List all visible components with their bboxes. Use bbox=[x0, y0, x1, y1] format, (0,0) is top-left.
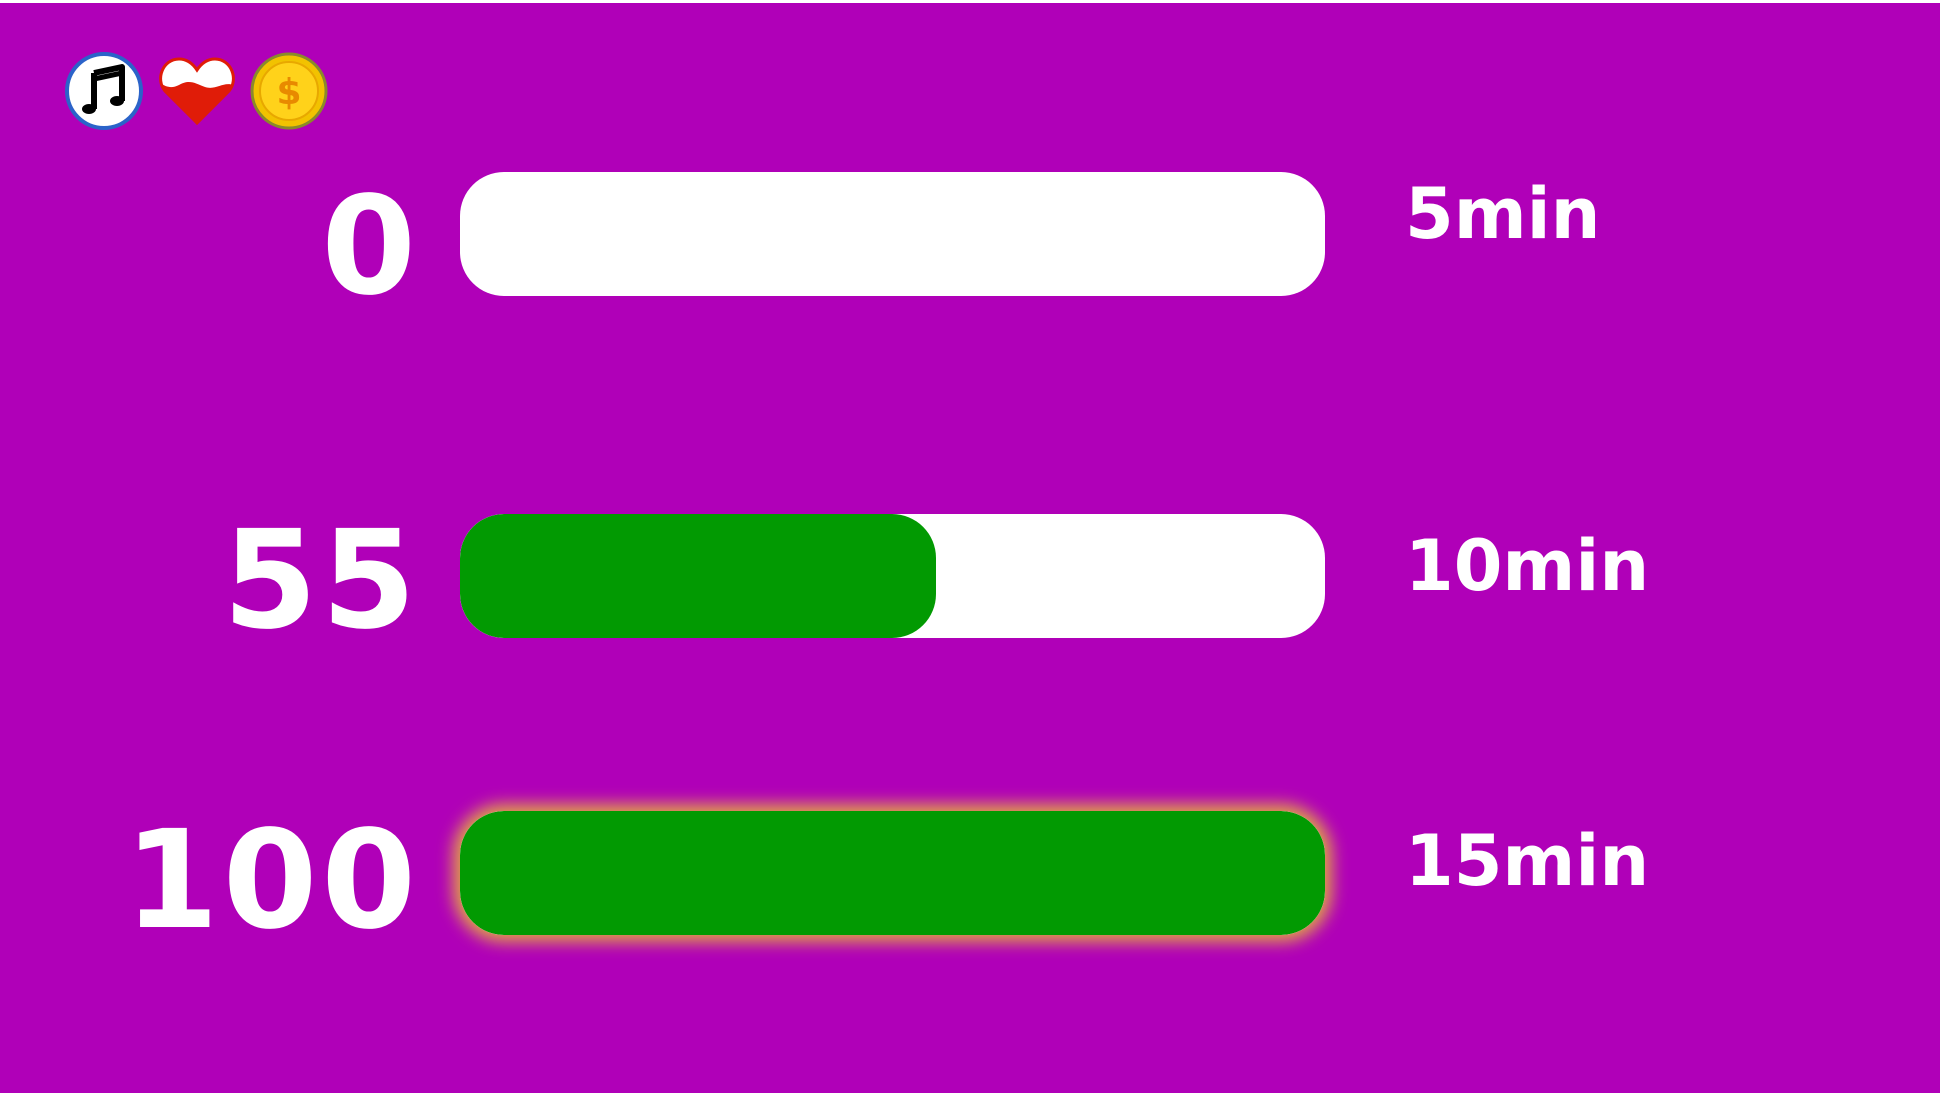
duration-label: 5min bbox=[1405, 173, 1601, 255]
heart-icon[interactable] bbox=[157, 51, 237, 131]
coin-icon[interactable]: $ bbox=[249, 51, 329, 131]
duration-label: 10min bbox=[1405, 525, 1650, 607]
progress-bar-fill bbox=[460, 811, 1325, 935]
score-value: 55 bbox=[222, 502, 420, 660]
svg-text:$: $ bbox=[276, 72, 301, 113]
progress-bar-fill bbox=[460, 514, 936, 638]
progress-bar bbox=[460, 172, 1325, 296]
score-value: 100 bbox=[124, 802, 420, 960]
game-screen: $ 0 5min 55 10min 100 15min bbox=[0, 3, 1940, 1093]
score-value: 0 bbox=[321, 168, 420, 326]
progress-bar bbox=[460, 811, 1325, 935]
music-icon[interactable] bbox=[64, 51, 144, 131]
progress-bar bbox=[460, 514, 1325, 638]
duration-label: 15min bbox=[1405, 820, 1650, 902]
